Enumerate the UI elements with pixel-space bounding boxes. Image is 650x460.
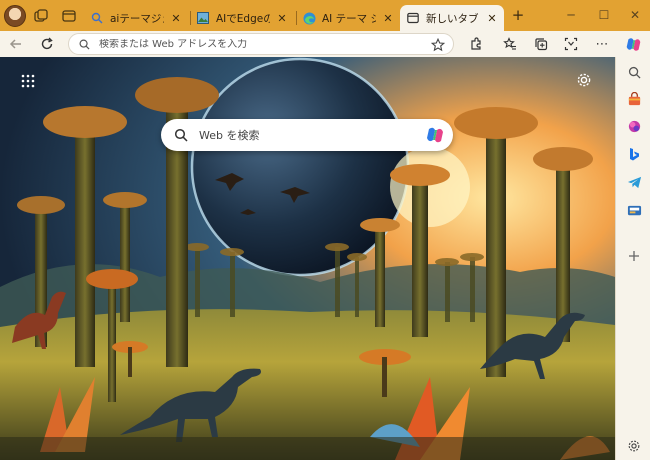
telegram-icon[interactable] [625, 173, 643, 191]
close-tab-icon[interactable]: ✕ [382, 12, 394, 25]
tab-title: AIでEdgeの見た目 [216, 12, 270, 25]
edge-sidebar [615, 57, 650, 460]
new-tab-button[interactable]: + [507, 6, 529, 24]
close-tab-icon[interactable]: ✕ [276, 12, 288, 25]
image-icon [196, 11, 210, 25]
edge-icon [302, 11, 316, 25]
shopping-icon[interactable] [625, 90, 643, 108]
back-icon[interactable] [6, 34, 26, 54]
workspaces-icon[interactable] [32, 7, 50, 25]
refresh-icon[interactable] [37, 34, 57, 54]
favorite-star-icon[interactable] [430, 37, 446, 56]
search-icon [173, 127, 189, 143]
extensions-icon[interactable] [466, 34, 486, 54]
copilot-apps-icon[interactable] [625, 117, 643, 135]
page-settings-icon[interactable] [574, 70, 594, 90]
tab-title: AI テーマ ジェネレーター [322, 12, 376, 25]
profile-avatar[interactable] [4, 5, 26, 27]
tab-actions-icon[interactable] [60, 7, 78, 25]
outlook-icon[interactable] [625, 201, 643, 219]
more-options-icon[interactable]: ⋯ [592, 34, 612, 54]
tab-ai-theme-generator-search[interactable]: aiテーマジェネレータ ✕ [84, 5, 188, 31]
tab-title: 新しいタブ [426, 12, 479, 25]
settings-icon[interactable] [625, 437, 643, 455]
collections-icon[interactable] [531, 34, 551, 54]
web-search-input[interactable] [199, 128, 414, 142]
close-window-button[interactable]: ✕ [624, 6, 646, 24]
maximize-button[interactable]: ☐ [593, 6, 615, 24]
screenshot-icon[interactable] [561, 34, 581, 54]
copilot-search-icon[interactable] [425, 125, 445, 145]
web-search-box[interactable] [161, 119, 453, 151]
apps-launcher-icon[interactable] [18, 71, 38, 91]
copilot-icon[interactable] [623, 34, 643, 54]
background-image [0, 57, 615, 460]
search-icon [90, 11, 104, 25]
tab-ai-edge-appearance[interactable]: AIでEdgeの見た目 ✕ [190, 5, 294, 31]
tab-ai-theme-generator-edge[interactable]: AI テーマ ジェネレーター ✕ [296, 5, 400, 31]
newtab-icon [406, 11, 420, 25]
add-icon[interactable] [625, 247, 643, 265]
search-icon[interactable] [625, 63, 643, 81]
new-tab-page [0, 57, 615, 460]
search-icon [77, 37, 91, 51]
bing-icon[interactable] [625, 145, 643, 163]
close-tab-icon[interactable]: ✕ [170, 12, 182, 25]
title-bar: aiテーマジェネレータ ✕ AIでEdgeの見た目 ✕ AI テーマ ジェネレー… [0, 0, 650, 31]
browser-toolbar: ⋯ [0, 31, 650, 57]
minimize-button[interactable]: ─ [560, 6, 582, 24]
tab-new-tab[interactable]: 新しいタブ ✕ [400, 5, 504, 31]
close-tab-icon[interactable]: ✕ [486, 12, 498, 25]
favorites-icon[interactable] [500, 34, 520, 54]
tab-title: aiテーマジェネレータ [110, 12, 164, 25]
address-bar[interactable] [68, 33, 454, 55]
address-input[interactable] [99, 38, 429, 50]
